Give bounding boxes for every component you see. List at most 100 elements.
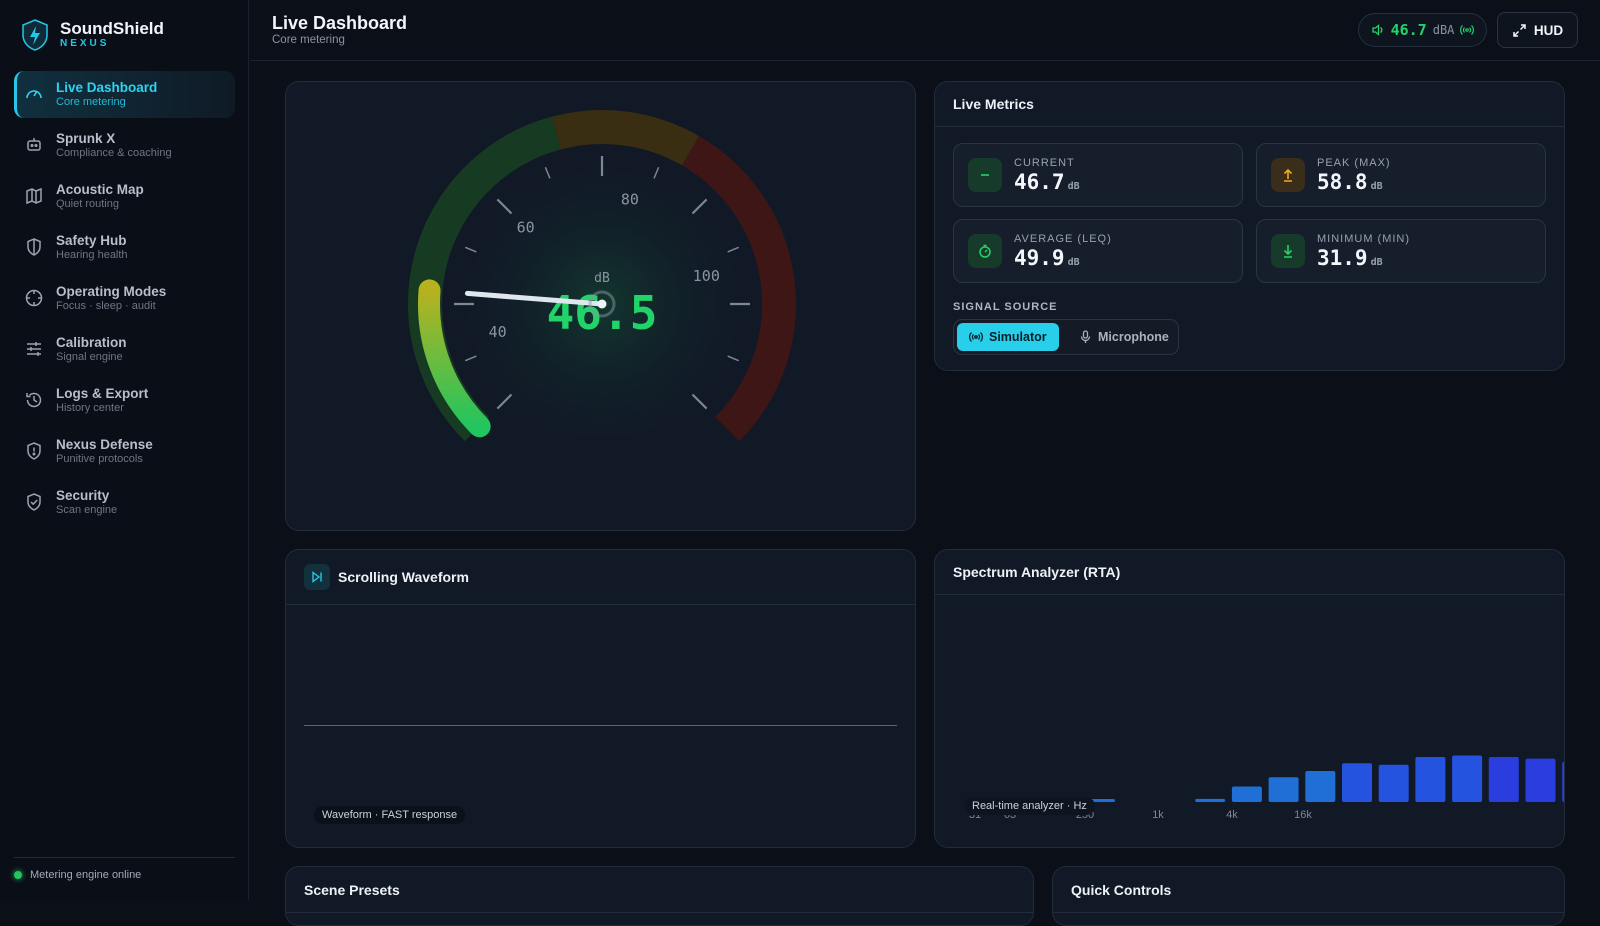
- broadcast-icon: [1460, 25, 1475, 35]
- microphone-button[interactable]: Microphone: [1067, 323, 1181, 351]
- status-dot: [14, 871, 22, 879]
- spectrum-bar: [1562, 761, 1564, 802]
- level-unit: dBA: [1432, 23, 1455, 37]
- brand-sub: NEXUS: [60, 38, 110, 49]
- nav-sub: Focus · sleep · audit: [56, 300, 156, 312]
- metric-label: CURRENT: [1014, 157, 1075, 169]
- live-metrics-card: Live Metrics CURRENT 46.7 dB PEAK (MAX) 5…: [934, 81, 1565, 371]
- sidebar-item-live-dashboard[interactable]: Live Dashboard Core metering: [14, 71, 235, 118]
- spectrum-title: Spectrum Analyzer (RTA): [935, 550, 1564, 595]
- sidebar-item-operating-modes[interactable]: Operating Modes Focus · sleep · audit: [14, 275, 235, 322]
- timer-icon: [968, 234, 1002, 268]
- metric-number: 31.9: [1317, 246, 1368, 270]
- metric-number: 58.8: [1317, 170, 1368, 194]
- spectrum-bar: [1305, 771, 1336, 802]
- metric-average: AVERAGE (LEQ) 49.9 dB: [953, 219, 1243, 283]
- tick-label-100: 100: [693, 267, 720, 285]
- sidebar-nav: Live Dashboard Core metering Sprunk X Comp…: [14, 71, 235, 530]
- hud-label: HUD: [1533, 22, 1564, 38]
- quick-controls-card: Quick Controls: [1052, 866, 1565, 926]
- metric-minimum: MINIMUM (MIN) 31.9 dB: [1256, 219, 1546, 283]
- sidebar-item-sprunk-x[interactable]: Sprunk X Compliance & coaching: [14, 122, 235, 169]
- broadcast-icon: [969, 332, 983, 342]
- metric-label: MINIMUM (MIN): [1317, 233, 1411, 245]
- hud-button[interactable]: HUD: [1497, 12, 1578, 48]
- nav-sub: Compliance & coaching: [56, 147, 172, 159]
- microphone-label: Microphone: [1098, 330, 1169, 344]
- sidebar-item-security[interactable]: Security Scan engine: [14, 479, 235, 526]
- nav-title: Safety Hub: [56, 233, 127, 248]
- sidebar-item-acoustic-map[interactable]: Acoustic Map Quiet routing: [14, 173, 235, 220]
- nav-sub: Punitive protocols: [56, 453, 143, 465]
- spectrum-axis-label: 1k: [1152, 809, 1164, 821]
- history-icon: [26, 392, 42, 408]
- scene-presets-card: Scene Presets: [285, 866, 1034, 926]
- tick-label-40: 40: [489, 323, 507, 341]
- metric-unit: dB: [1370, 257, 1383, 268]
- waveform-caption: Waveform · FAST response: [314, 806, 466, 824]
- waveform-title: Scrolling Waveform: [338, 569, 469, 585]
- nav-title: Logs & Export: [56, 386, 149, 401]
- topbar: Live Dashboard Core metering 46.7 dBA HU…: [250, 0, 1600, 61]
- spectrum-bar: [1488, 757, 1519, 802]
- spectrum-bar: [1378, 764, 1409, 802]
- waveform-card: Scrolling Waveform Waveform · FAST respo…: [285, 549, 916, 848]
- nav-title: Calibration: [56, 335, 127, 350]
- nav-title: Operating Modes: [56, 284, 167, 299]
- spectrum-bar: [1268, 777, 1299, 802]
- sidebar-item-logs-export[interactable]: Logs & Export History center: [14, 377, 235, 424]
- expand-icon: [1513, 23, 1526, 37]
- nav-title: Sprunk X: [56, 131, 116, 146]
- page-title: Live Dashboard: [272, 13, 408, 33]
- robot-icon: [27, 138, 41, 151]
- sidebar-item-calibration[interactable]: Calibration Signal engine: [14, 326, 235, 373]
- gauge-card: 40 60 80 100 dB 46.5: [285, 81, 916, 531]
- spectrum-bar: [1525, 758, 1556, 802]
- logo: SoundShield NEXUS: [20, 18, 164, 52]
- spectrum-bars: [1011, 755, 1564, 802]
- metric-value: 49.9 dB: [1014, 246, 1080, 270]
- metric-value: 58.8 dB: [1317, 170, 1383, 194]
- level-pill: 46.7 dBA: [1358, 13, 1487, 47]
- speedometer-icon: [26, 90, 42, 99]
- arrow-up-icon: [1271, 158, 1305, 192]
- nav-title: Security: [56, 488, 110, 503]
- engine-status-text: Metering engine online: [30, 869, 142, 881]
- sound-level-gauge: 40 60 80 100 dB 46.5: [408, 110, 796, 474]
- level-value: 46.7: [1390, 21, 1427, 39]
- sidebar-divider: [14, 857, 235, 858]
- nav-sub: Signal engine: [56, 351, 123, 363]
- sidebar-item-safety-hub[interactable]: Safety Hub Hearing health: [14, 224, 235, 271]
- quick-controls-title: Quick Controls: [1053, 867, 1564, 913]
- spectrum-caption: Real-time analyzer · Hz: [964, 797, 1095, 815]
- scene-presets-title: Scene Presets: [286, 867, 1033, 913]
- gauge-value: 46.5: [547, 286, 658, 340]
- shield-check-icon: [27, 493, 41, 511]
- metric-current: CURRENT 46.7 dB: [953, 143, 1243, 207]
- metric-unit: dB: [1067, 181, 1080, 192]
- sidebar-item-nexus-defense[interactable]: Nexus Defense Punitive protocols: [14, 428, 235, 475]
- spectrum-bar: [1415, 757, 1446, 802]
- nav-sub: Core metering: [56, 96, 126, 108]
- metric-label: PEAK (MAX): [1317, 157, 1391, 169]
- tick-label-60: 60: [517, 219, 535, 237]
- metric-number: 49.9: [1014, 246, 1065, 270]
- simulator-button[interactable]: Simulator: [957, 323, 1059, 351]
- shield-half-icon: [27, 238, 41, 256]
- engine-status: Metering engine online: [14, 869, 141, 881]
- nav-sub: Quiet routing: [56, 198, 119, 210]
- nav-sub: Scan engine: [56, 504, 118, 516]
- signal-source-toggle: Simulator Microphone: [953, 319, 1179, 355]
- skip-forward-icon: [304, 564, 330, 590]
- shield-logo-icon: [22, 19, 48, 51]
- spectrum-card: Spectrum Analyzer (RTA) 31 63 250 1k 4k 16k R…: [934, 549, 1565, 848]
- waveform-baseline: [304, 725, 897, 726]
- metric-number: 46.7: [1014, 170, 1065, 194]
- metric-unit: dB: [1067, 257, 1080, 268]
- metric-value: 46.7 dB: [1014, 170, 1080, 194]
- arrow-down-icon: [1271, 234, 1305, 268]
- shield-alert-icon: [27, 442, 41, 460]
- signal-source-label: SIGNAL SOURCE: [953, 301, 1058, 313]
- needle-hub: [597, 299, 607, 309]
- metric-peak: PEAK (MAX) 58.8 dB: [1256, 143, 1546, 207]
